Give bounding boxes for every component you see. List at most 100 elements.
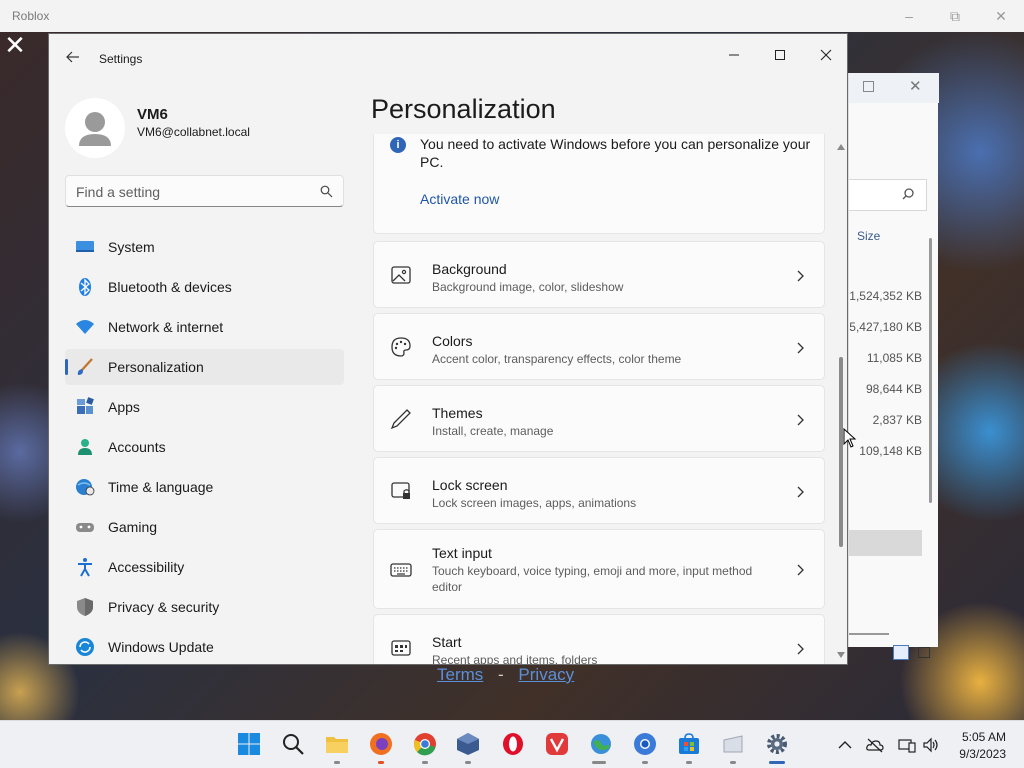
taskbar-opera[interactable] (500, 731, 526, 757)
activation-message: You need to activate Windows before you … (420, 136, 811, 170)
file-size: 1,524,352 KB (849, 289, 922, 303)
scroll-down-icon[interactable] (837, 652, 845, 658)
search-icon (320, 185, 333, 198)
explorer-selected-row[interactable] (849, 530, 922, 556)
explorer-horizontal-scrollbar[interactable] (849, 633, 889, 635)
user-name: VM6 (137, 106, 168, 123)
taskbar-vivaldi[interactable] (544, 731, 570, 757)
avatar[interactable] (65, 98, 125, 158)
globe-clock-icon (76, 479, 95, 496)
start-button[interactable] (236, 731, 262, 757)
taskbar-firefox[interactable] (368, 731, 394, 757)
card-title: Themes (432, 405, 483, 421)
window-icon (723, 735, 743, 753)
taskbar-app-blank[interactable] (720, 731, 746, 757)
taskbar-settings[interactable] (764, 731, 790, 757)
back-arrow-icon[interactable] (65, 49, 81, 65)
vivaldi-icon (546, 733, 568, 755)
roblox-footer-links: Terms - Privacy (437, 665, 574, 685)
network-icon[interactable] (898, 737, 916, 753)
bluetooth-icon (79, 278, 91, 296)
taskbar-chrome-2[interactable] (632, 731, 658, 757)
monitor-icon (76, 241, 94, 252)
sidebar-item-privacy[interactable]: Privacy & security (65, 589, 344, 625)
sidebar-item-personalization[interactable]: Personalization (65, 349, 344, 385)
taskbar-file-explorer[interactable] (324, 731, 350, 757)
sidebar-item-time-language[interactable]: Time & language (65, 469, 344, 505)
taskbar-app-globe[interactable] (588, 731, 614, 757)
pen-icon (390, 409, 411, 430)
activate-now-link[interactable]: Activate now (420, 191, 499, 207)
sidebar-item-label: Time & language (108, 479, 214, 495)
explorer-scrollbar[interactable] (929, 238, 932, 503)
file-size: 2,837 KB (872, 413, 922, 427)
close-button[interactable] (803, 40, 847, 70)
scroll-up-icon[interactable] (837, 144, 845, 150)
taskbar-virtualbox[interactable] (455, 731, 481, 757)
sidebar-item-apps[interactable]: Apps (65, 389, 344, 425)
scrollbar-thumb[interactable] (839, 357, 843, 547)
taskbar-search-button[interactable] (280, 731, 306, 757)
roblox-close-button[interactable]: ✕ (978, 0, 1024, 32)
card-description: Touch keyboard, voice typing, emoji and … (432, 564, 753, 594)
taskbar: 5:05 AM 9/3/2023 (0, 720, 1024, 768)
sidebar-item-accounts[interactable]: Accounts (65, 429, 344, 465)
running-indicator (730, 761, 736, 764)
running-indicator (642, 761, 648, 764)
sidebar-item-windows-update[interactable]: Windows Update (65, 629, 344, 664)
update-icon (76, 638, 94, 656)
card-title: Start (432, 634, 462, 650)
explorer-maximize-icon[interactable] (863, 81, 874, 92)
maximize-button[interactable] (757, 40, 803, 70)
sidebar-item-gaming[interactable]: Gaming (65, 509, 344, 545)
virtualbox-icon (457, 733, 479, 755)
search-placeholder: Find a setting (76, 184, 161, 200)
clock-time[interactable]: 5:05 AM (958, 730, 1006, 744)
sidebar-item-label: System (108, 239, 155, 255)
setting-card-background[interactable]: Background Background image, color, slid… (373, 241, 825, 308)
card-title: Text input (432, 545, 492, 561)
details-view-icon[interactable] (893, 645, 909, 660)
active-indicator (65, 359, 68, 375)
terms-link[interactable]: Terms (437, 665, 483, 684)
sidebar-item-accessibility[interactable]: Accessibility (65, 549, 344, 585)
onedrive-offline-icon[interactable] (866, 737, 884, 753)
file-explorer-window[interactable]: ✕ Size 1,524,352 KB 5,427,180 KB 11,085 … (848, 73, 939, 660)
setting-card-text-input[interactable]: Text input Touch keyboard, voice typing,… (373, 529, 825, 609)
app-title: Settings (99, 52, 143, 66)
roblox-minimize-button[interactable]: – (886, 0, 932, 32)
running-indicator (422, 761, 428, 764)
sidebar-item-bluetooth[interactable]: Bluetooth & devices (65, 269, 344, 305)
roblox-overlay-close-icon[interactable]: ✕ (2, 32, 28, 58)
card-title: Colors (432, 333, 473, 349)
setting-card-colors[interactable]: Colors Accent color, transparency effect… (373, 313, 825, 380)
sidebar-item-label: Accessibility (108, 559, 185, 575)
taskbar-store[interactable] (676, 731, 702, 757)
explorer-search-input[interactable] (849, 179, 927, 211)
chevron-right-icon (797, 414, 804, 426)
minimize-button[interactable] (711, 40, 757, 70)
brush-icon (77, 358, 93, 375)
folder-icon (326, 737, 348, 753)
find-setting-input[interactable]: Find a setting (65, 175, 344, 207)
volume-icon[interactable] (922, 737, 940, 753)
card-description: Recent apps and items, folders (432, 653, 598, 664)
active-app-indicator (769, 761, 785, 764)
roblox-window-title: Roblox (12, 9, 50, 23)
sidebar-item-system[interactable]: System (65, 229, 344, 265)
file-size: 98,644 KB (865, 382, 922, 396)
setting-card-themes[interactable]: Themes Install, create, manage (373, 385, 825, 452)
setting-card-start[interactable]: Start Recent apps and items, folders (373, 614, 825, 664)
chevron-up-icon[interactable] (836, 737, 854, 753)
clock-date[interactable]: 9/3/2023 (950, 747, 1006, 761)
explorer-close-icon[interactable]: ✕ (909, 77, 922, 95)
size-column-header[interactable]: Size (857, 229, 880, 243)
privacy-link[interactable]: Privacy (518, 665, 574, 684)
content-scrollbar[interactable] (836, 142, 846, 662)
chevron-right-icon (797, 564, 804, 576)
tiles-view-icon[interactable] (918, 647, 930, 658)
taskbar-chrome[interactable] (412, 731, 438, 757)
sidebar-item-network[interactable]: Network & internet (65, 309, 344, 345)
roblox-restore-button[interactable]: ⧉ (932, 0, 978, 32)
setting-card-lock-screen[interactable]: Lock screen Lock screen images, apps, an… (373, 457, 825, 524)
